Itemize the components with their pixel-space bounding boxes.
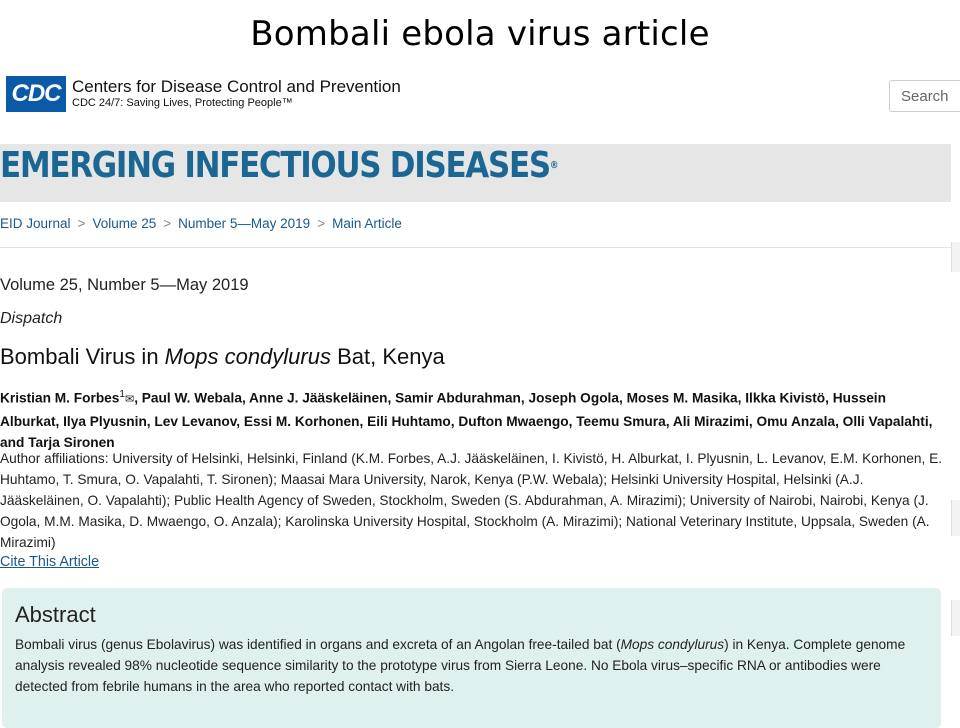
breadcrumb-main-article[interactable]: Main Article [332,216,402,231]
cdc-tagline: CDC 24/7: Saving Lives, Protecting Peopl… [72,97,293,109]
trademark-mark: ® [549,160,559,171]
breadcrumb-volume[interactable]: Volume 25 [92,216,156,231]
journal-title[interactable]: EMERGING INFECTIOUS DISEASES® [0,144,559,188]
other-authors: , Paul W. Webala, Anne J. Jääskeläinen, … [0,390,933,450]
title-species: Mops condylurus [164,344,331,369]
breadcrumb-eid-journal[interactable]: EID Journal [0,216,71,231]
cite-this-article-link[interactable]: Cite This Article [0,554,99,570]
title-suffix: Bat, Kenya [330,344,445,369]
author-list: Kristian M. Forbes1✉, Paul W. Webala, An… [0,384,940,453]
breadcrumb-separator: > [317,216,326,231]
scroll-edge-widget [951,600,960,636]
cdc-org-name[interactable]: Centers for Disease Control and Preventi… [72,78,401,96]
slide-title: Bombali ebola virus article [250,14,710,54]
abstract-part-1: Bombali virus (genus Ebolavirus) was ide… [15,637,621,652]
breadcrumb-number[interactable]: Number 5—May 2019 [178,216,310,231]
abstract-heading: Abstract [15,602,96,627]
scroll-edge-widget [951,242,960,272]
breadcrumb-separator: > [163,216,172,231]
article-title: Bombali Virus in Mops condylurus Bat, Ke… [0,344,445,370]
breadcrumb-separator: > [77,216,86,231]
volume-issue: Volume 25, Number 5—May 2019 [0,276,249,294]
mail-icon[interactable]: ✉ [125,394,134,406]
first-author[interactable]: Kristian M. Forbes [0,391,119,406]
journal-name: EMERGING INFECTIOUS DISEASES [0,145,551,186]
article-type: Dispatch [0,310,63,327]
cdc-logo[interactable]: CDC [6,76,66,112]
cdc-header: CDC Centers for Disease Control and Prev… [6,76,401,112]
title-prefix: Bombali Virus in [0,344,165,369]
breadcrumb: EID Journal > Volume 25 > Number 5—May 2… [0,216,402,231]
abstract-panel: Abstract Bombali virus (genus Ebolavirus… [2,588,941,728]
divider [0,247,951,248]
scroll-edge-widget [951,500,960,536]
abstract-text: Bombali virus (genus Ebolavirus) was ide… [15,634,921,697]
abstract-species: Mops condylurus [620,637,725,652]
search-input[interactable]: Search [889,80,960,112]
author-affiliations: Author affiliations: University of Helsi… [0,451,943,550]
cdc-title-block: Centers for Disease Control and Preventi… [72,78,401,110]
